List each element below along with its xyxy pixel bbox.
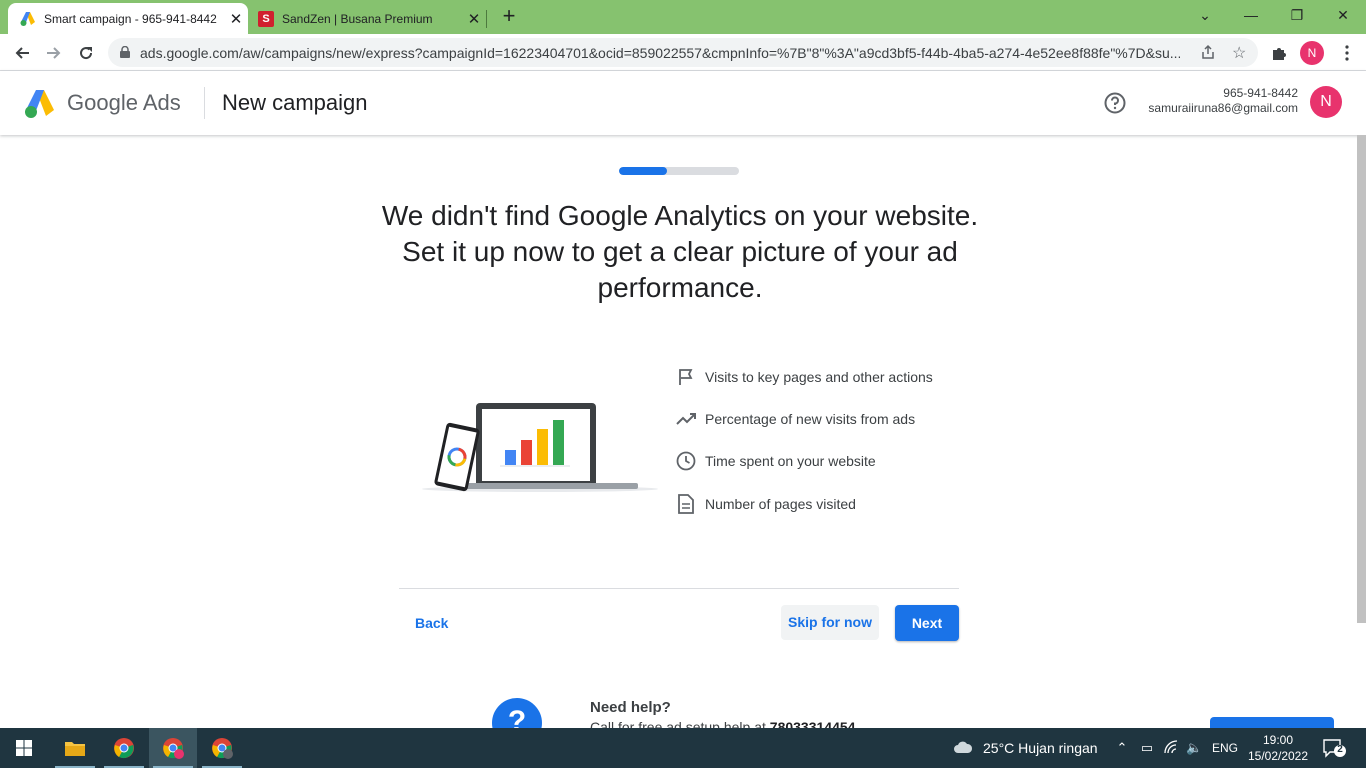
flag-icon <box>675 366 697 388</box>
tab-search-icon[interactable]: ⌄ <box>1182 4 1228 28</box>
tab-separator <box>486 10 487 28</box>
weather-text[interactable]: 25°C Hujan ringan <box>983 728 1098 768</box>
avatar[interactable]: N <box>1310 86 1342 118</box>
chrome-icon[interactable] <box>100 728 148 768</box>
restore-button[interactable]: ❐ <box>1274 4 1320 28</box>
google-ads-logo-icon[interactable] <box>24 88 56 118</box>
feature-label: Number of pages visited <box>705 496 856 512</box>
wifi-icon[interactable] <box>1163 740 1179 756</box>
browser-toolbar: ads.google.com/aw/campaigns/new/express?… <box>0 34 1366 71</box>
forward-arrow-icon[interactable] <box>41 40 67 66</box>
feature-item: Time spent on your website <box>675 450 876 472</box>
clock-date: 15/02/2022 <box>1247 749 1309 763</box>
clock-icon <box>675 450 697 472</box>
analytics-illustration <box>420 395 665 500</box>
document-icon <box>675 493 697 515</box>
progress-fill <box>619 167 667 175</box>
back-button[interactable]: Back <box>405 606 458 640</box>
ads-header: Google Ads New campaign 965-941-8442 sam… <box>0 71 1366 135</box>
feature-item: Percentage of new visits from ads <box>675 408 915 430</box>
system-clock[interactable]: 19:00 15/02/2022 <box>1238 732 1318 764</box>
notification-count: 2 <box>1337 744 1343 755</box>
browser-profile-avatar[interactable]: N <box>1300 41 1324 65</box>
speaker-icon[interactable]: 🔈 <box>1186 740 1202 756</box>
weather-cloud-icon[interactable] <box>952 740 974 756</box>
feature-label: Time spent on your website <box>705 453 876 469</box>
footer-divider <box>399 588 959 589</box>
language-indicator[interactable]: ENG <box>1212 728 1238 768</box>
account-id: 965-941-8442 <box>1223 86 1298 100</box>
progress-bar <box>619 167 739 175</box>
clock-time: 19:00 <box>1262 733 1294 747</box>
browser-menu-icon[interactable] <box>1334 40 1360 66</box>
brand-google: Google <box>67 90 138 115</box>
back-arrow-icon[interactable] <box>9 40 35 66</box>
windows-taskbar: 25°C Hujan ringan ⌃ ▭ 🔈 ENG 19:00 15/02/… <box>0 728 1366 768</box>
brand-ads: Ads <box>142 90 181 115</box>
close-tab-icon[interactable]: ✕ <box>224 10 248 28</box>
chevron-up-icon[interactable]: ⌃ <box>1114 740 1130 756</box>
feature-item: Number of pages visited <box>675 493 856 515</box>
feature-label: Percentage of new visits from ads <box>705 411 916 427</box>
browser-tab-strip: Smart campaign - 965-941-8442 ✕ S SandZe… <box>0 0 1366 34</box>
battery-icon[interactable]: ▭ <box>1139 740 1155 756</box>
page-title: New campaign <box>222 90 368 115</box>
close-window-button[interactable]: ✕ <box>1320 4 1366 28</box>
skip-for-now-button[interactable]: Skip for now <box>781 605 879 640</box>
tab-title: Smart campaign - 965-941-8442 <box>44 11 217 26</box>
headline: We didn't find Google Analytics on your … <box>381 200 979 303</box>
url-text: ads.google.com/aw/campaigns/new/express?… <box>140 44 1180 61</box>
account-info[interactable]: 965-941-8442 samuraiiruna86@gmail.com <box>1148 86 1298 116</box>
next-button[interactable]: Next <box>895 605 959 641</box>
share-icon[interactable] <box>1200 44 1216 63</box>
extensions-puzzle-icon[interactable] <box>1266 40 1292 66</box>
header-divider <box>204 87 205 119</box>
ads-brand-name: Google Ads <box>67 90 181 116</box>
close-tab-icon[interactable]: ✕ <box>462 10 486 28</box>
notification-center-icon[interactable]: 2 <box>1322 738 1346 758</box>
windows-start-icon[interactable] <box>0 728 48 768</box>
feature-label: Visits to key pages and other actions <box>705 369 933 385</box>
trending-up-icon <box>675 408 697 430</box>
need-help-title: Need help? <box>590 699 671 716</box>
new-tab-button[interactable]: + <box>497 5 521 29</box>
reload-icon[interactable] <box>73 40 99 66</box>
account-email: samuraiiruna86@gmail.com <box>1148 101 1298 115</box>
page-scrollbar[interactable] <box>1357 135 1366 623</box>
address-bar[interactable]: ads.google.com/aw/campaigns/new/express?… <box>108 38 1258 67</box>
tab-title: SandZen | Busana Premium <box>282 11 433 26</box>
lock-icon[interactable] <box>120 45 130 61</box>
help-icon[interactable] <box>1104 92 1126 114</box>
chrome-profile-n-icon[interactable] <box>149 728 197 768</box>
minimize-button[interactable]: — <box>1228 4 1274 28</box>
tab-sandzen[interactable]: S SandZen | Busana Premium ✕ <box>250 3 486 34</box>
file-explorer-icon[interactable] <box>51 728 99 768</box>
tab-smart-campaign[interactable]: Smart campaign - 965-941-8442 ✕ <box>8 3 248 34</box>
bookmark-star-icon[interactable]: ☆ <box>1232 43 1246 63</box>
chrome-profile-icon[interactable] <box>198 728 246 768</box>
sandzen-icon: S <box>258 10 274 27</box>
feature-item: Visits to key pages and other actions <box>675 366 933 388</box>
google-ads-icon <box>20 11 36 27</box>
